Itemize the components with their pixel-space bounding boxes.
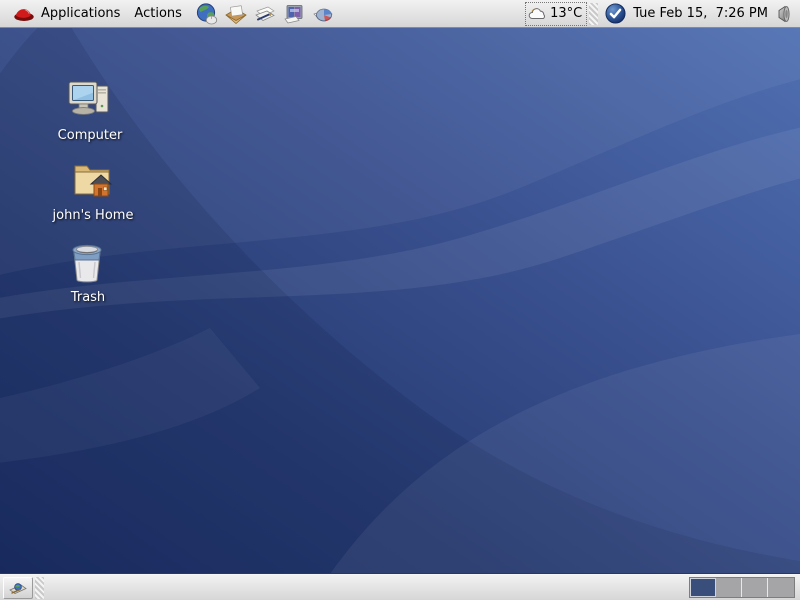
bottom-panel	[0, 574, 800, 600]
workspace-4[interactable]	[768, 578, 794, 597]
actions-menu[interactable]: Actions	[127, 1, 189, 27]
desktop-icon-home[interactable]: john's Home	[45, 158, 141, 223]
writer-icon	[253, 2, 277, 26]
workspace-2[interactable]	[716, 578, 742, 597]
show-desktop-icon	[8, 580, 28, 596]
web-browser-icon	[195, 2, 219, 26]
desktop-icon-label: Computer	[58, 128, 123, 143]
clock-applet[interactable]: Tue Feb 15, 7:26 PM	[600, 3, 773, 24]
clock-text: Tue Feb 15, 7:26 PM	[633, 6, 768, 21]
actions-menu-label: Actions	[134, 6, 182, 21]
home-folder-icon	[69, 158, 117, 204]
impress-launcher[interactable]	[280, 1, 308, 27]
workspace-1[interactable]	[690, 578, 716, 597]
calc-icon	[311, 2, 335, 26]
update-check-icon	[605, 3, 626, 24]
launcher-group	[193, 1, 337, 27]
email-launcher[interactable]	[222, 1, 250, 27]
desktop-icon-computer[interactable]: Computer	[42, 78, 138, 143]
speaker-icon	[775, 4, 793, 24]
writer-launcher[interactable]	[251, 1, 279, 27]
desktop-icon-trash[interactable]: Trash	[40, 240, 136, 305]
weather-temperature: 13°C	[550, 6, 582, 21]
calc-launcher[interactable]	[309, 1, 337, 27]
computer-icon	[67, 78, 113, 124]
applet-drag-handle[interactable]	[589, 3, 598, 25]
web-browser-launcher[interactable]	[193, 1, 221, 27]
desktop-icon-label: john's Home	[53, 208, 134, 223]
top-panel: Applications Actions	[0, 0, 800, 28]
email-icon	[224, 2, 248, 26]
weather-applet[interactable]: 13°C	[525, 2, 587, 26]
impress-icon	[282, 2, 306, 26]
show-desktop-button[interactable]	[3, 577, 33, 599]
volume-applet[interactable]	[773, 4, 796, 24]
trash-icon	[67, 240, 109, 286]
desktop-icon-label: Trash	[71, 290, 105, 305]
redhat-logo-icon	[13, 5, 35, 22]
workspace-switcher[interactable]	[689, 577, 795, 598]
applications-menu[interactable]: Applications	[6, 1, 127, 27]
panel-drag-handle[interactable]	[35, 577, 44, 599]
applications-menu-label: Applications	[41, 6, 120, 21]
desktop[interactable]: Computer john's Home Trash	[0, 28, 800, 574]
workspace-3[interactable]	[742, 578, 768, 597]
cloud-icon	[528, 6, 548, 22]
